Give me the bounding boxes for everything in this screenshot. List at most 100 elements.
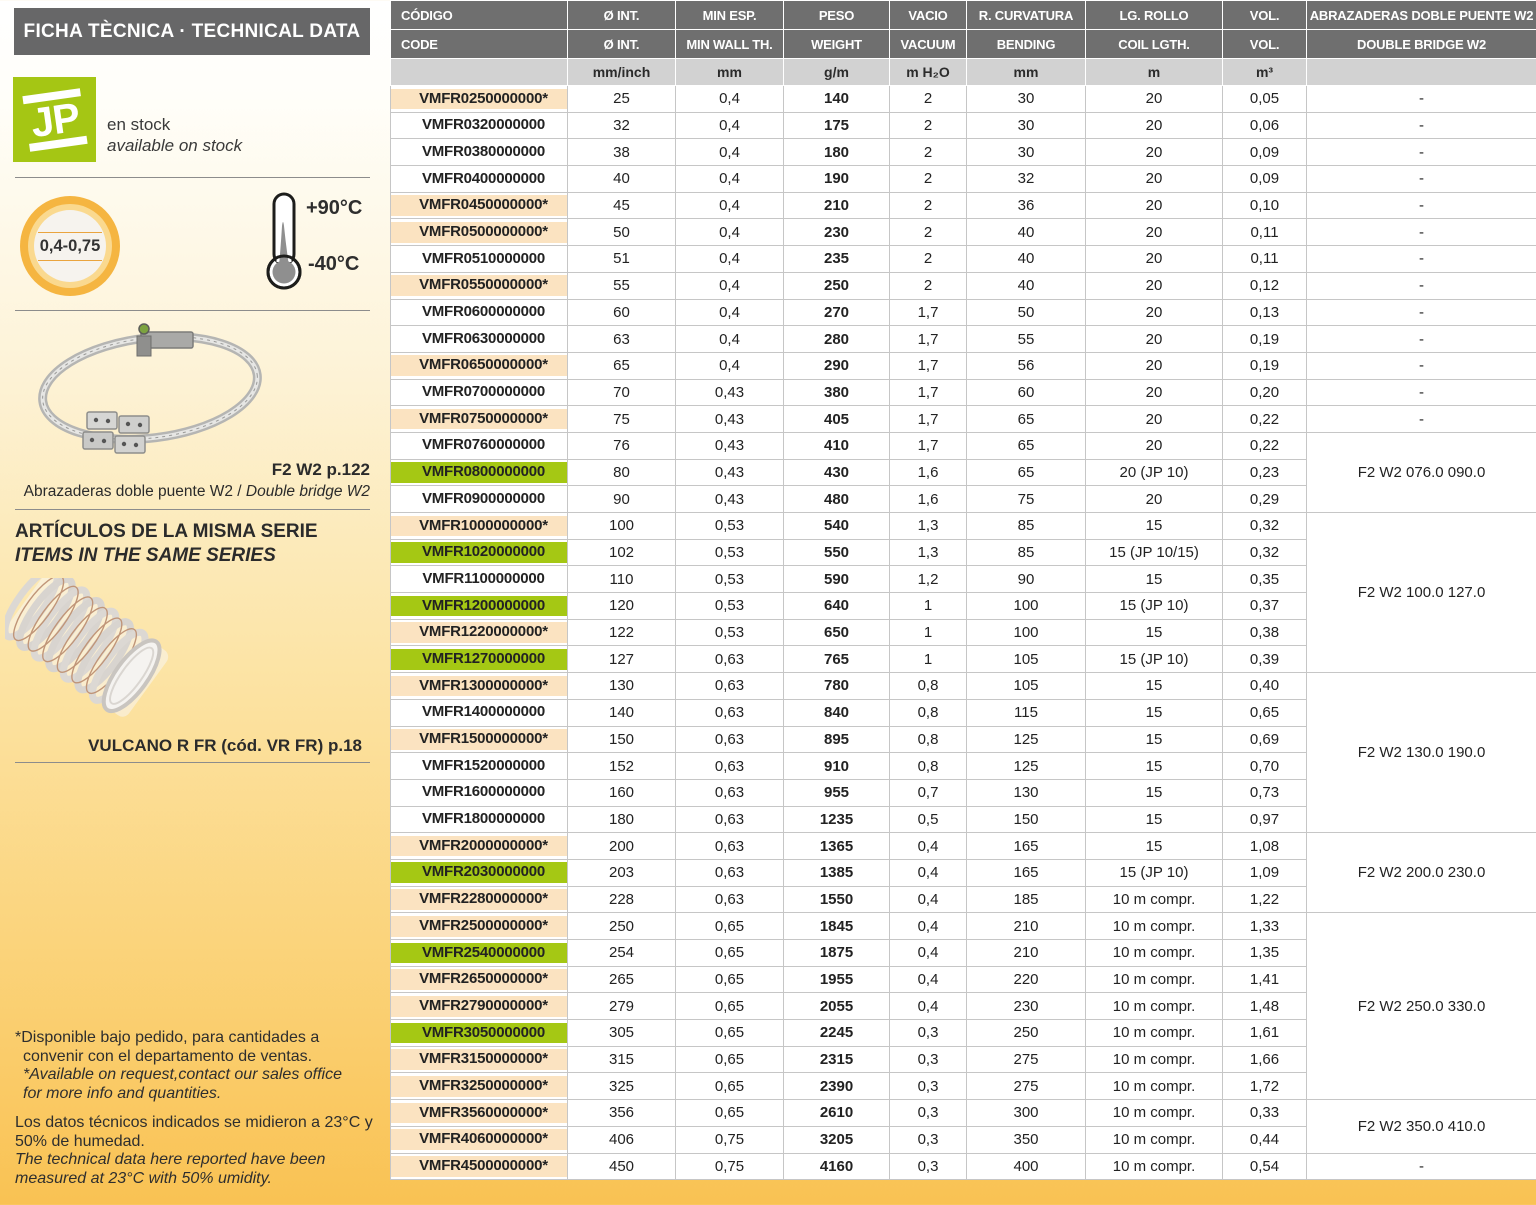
cell-min-wall: 0,4 bbox=[676, 86, 784, 113]
column-header: PESO bbox=[784, 1, 890, 30]
cell-clamp-ref: - bbox=[1307, 139, 1536, 166]
cell-min-wall: 0,53 bbox=[676, 513, 784, 540]
cell-coil-length: 15 (JP 10) bbox=[1086, 646, 1223, 673]
cell-weight: 1845 bbox=[784, 913, 890, 940]
cell-vacuum: 1,3 bbox=[890, 539, 967, 566]
cell-bending: 50 bbox=[967, 299, 1086, 326]
cell-vacuum: 0,8 bbox=[890, 673, 967, 700]
unit-cell bbox=[1307, 59, 1536, 86]
cell-vacuum: 0,3 bbox=[890, 1073, 967, 1100]
cell-bending: 65 bbox=[967, 459, 1086, 486]
cell-weight: 590 bbox=[784, 566, 890, 593]
cell-diameter: 150 bbox=[568, 726, 676, 753]
cell-bending: 100 bbox=[967, 619, 1086, 646]
cell-coil-length: 20 bbox=[1086, 326, 1223, 353]
cell-code: VMFR1500000000* bbox=[391, 726, 568, 753]
cell-coil-length: 10 m compr. bbox=[1086, 966, 1223, 993]
cell-diameter: 102 bbox=[568, 539, 676, 566]
code-highlight: VMFR4060000000* bbox=[391, 1129, 567, 1150]
cell-bending: 65 bbox=[967, 406, 1086, 433]
cell-vacuum: 2 bbox=[890, 246, 967, 273]
cell-vacuum: 1,6 bbox=[890, 486, 967, 513]
cell-bending: 90 bbox=[967, 566, 1086, 593]
cell-weight: 1550 bbox=[784, 886, 890, 913]
cell-clamp-ref: F2 W2 200.0 230.0 bbox=[1307, 833, 1536, 913]
cell-volume: 0,29 bbox=[1223, 486, 1307, 513]
cell-vacuum: 1,7 bbox=[890, 406, 967, 433]
cell-bending: 230 bbox=[967, 993, 1086, 1020]
footnote-es1-line2: convenir con el departamento de ventas. bbox=[15, 1048, 377, 1067]
cell-vacuum: 1 bbox=[890, 619, 967, 646]
cell-vacuum: 0,7 bbox=[890, 779, 967, 806]
table-row: VMFR0600000000600,42701,750200,13- bbox=[391, 299, 1536, 326]
cell-code: VMFR0630000000 bbox=[391, 326, 568, 353]
cell-bending: 40 bbox=[967, 219, 1086, 246]
cell-coil-length: 20 bbox=[1086, 379, 1223, 406]
cell-min-wall: 0,63 bbox=[676, 753, 784, 780]
cell-vacuum: 0,8 bbox=[890, 699, 967, 726]
cell-min-wall: 0,75 bbox=[676, 1126, 784, 1153]
cell-weight: 140 bbox=[784, 86, 890, 113]
cell-volume: 0,22 bbox=[1223, 406, 1307, 433]
cell-volume: 0,09 bbox=[1223, 139, 1307, 166]
cell-code: VMFR1520000000 bbox=[391, 753, 568, 780]
cell-bending: 210 bbox=[967, 940, 1086, 967]
unit-cell: m H₂O bbox=[890, 59, 967, 86]
cell-vacuum: 2 bbox=[890, 112, 967, 139]
code-highlight: VMFR2500000000* bbox=[391, 916, 567, 937]
cell-weight: 550 bbox=[784, 539, 890, 566]
cell-bending: 115 bbox=[967, 699, 1086, 726]
cell-diameter: 40 bbox=[568, 166, 676, 193]
cell-volume: 0,33 bbox=[1223, 1100, 1307, 1127]
cell-volume: 0,05 bbox=[1223, 86, 1307, 113]
column-header: VACUUM bbox=[890, 30, 967, 59]
cell-volume: 0,73 bbox=[1223, 779, 1307, 806]
cell-clamp-ref: - bbox=[1307, 352, 1536, 379]
divider bbox=[15, 177, 370, 178]
cell-min-wall: 0,4 bbox=[676, 192, 784, 219]
cell-diameter: 279 bbox=[568, 993, 676, 1020]
code-highlight: VMFR2000000000* bbox=[391, 836, 567, 857]
table-row: VMFR1300000000*1300,637800,8105150,40F2 … bbox=[391, 673, 1536, 700]
cell-code: VMFR1220000000* bbox=[391, 619, 568, 646]
cell-volume: 0,40 bbox=[1223, 673, 1307, 700]
cell-coil-length: 20 bbox=[1086, 192, 1223, 219]
cell-volume: 0,12 bbox=[1223, 272, 1307, 299]
cell-weight: 2315 bbox=[784, 1046, 890, 1073]
cell-min-wall: 0,65 bbox=[676, 940, 784, 967]
divider bbox=[15, 762, 370, 763]
cell-diameter: 152 bbox=[568, 753, 676, 780]
cell-weight: 410 bbox=[784, 432, 890, 459]
cell-vacuum: 1,7 bbox=[890, 432, 967, 459]
code-highlight: VMFR0700000000 bbox=[391, 382, 567, 403]
footnote-es2-line2: 50% de humedad. bbox=[15, 1133, 377, 1152]
cell-bending: 400 bbox=[967, 1153, 1086, 1180]
cell-vacuum: 0,4 bbox=[890, 833, 967, 860]
cell-min-wall: 0,63 bbox=[676, 726, 784, 753]
table-row: VMFR2000000000*2000,6313650,4165151,08F2… bbox=[391, 833, 1536, 860]
cell-min-wall: 0,65 bbox=[676, 1046, 784, 1073]
code-highlight: VMFR0750000000* bbox=[391, 409, 567, 430]
cell-coil-length: 15 bbox=[1086, 806, 1223, 833]
cell-clamp-ref: - bbox=[1307, 192, 1536, 219]
cell-bending: 165 bbox=[967, 833, 1086, 860]
cell-code: VMFR3150000000* bbox=[391, 1046, 568, 1073]
cell-diameter: 25 bbox=[568, 86, 676, 113]
cell-bending: 105 bbox=[967, 646, 1086, 673]
cell-clamp-ref: F2 W2 350.0 410.0 bbox=[1307, 1100, 1536, 1153]
table-row: VMFR0630000000630,42801,755200,19- bbox=[391, 326, 1536, 353]
table-row: VMFR0510000000510,4235240200,11- bbox=[391, 246, 1536, 273]
cell-coil-length: 20 bbox=[1086, 352, 1223, 379]
code-highlight: VMFR1270000000 bbox=[391, 649, 567, 670]
cell-diameter: 60 bbox=[568, 299, 676, 326]
cell-bending: 125 bbox=[967, 753, 1086, 780]
jp-stock-logo: JP bbox=[13, 77, 96, 162]
code-highlight: VMFR0630000000 bbox=[391, 329, 567, 350]
cell-diameter: 122 bbox=[568, 619, 676, 646]
cell-weight: 2245 bbox=[784, 1020, 890, 1047]
cell-coil-length: 20 bbox=[1086, 272, 1223, 299]
cell-bending: 125 bbox=[967, 726, 1086, 753]
cell-bending: 85 bbox=[967, 513, 1086, 540]
clamp-photo bbox=[25, 316, 275, 466]
cell-volume: 0,06 bbox=[1223, 112, 1307, 139]
